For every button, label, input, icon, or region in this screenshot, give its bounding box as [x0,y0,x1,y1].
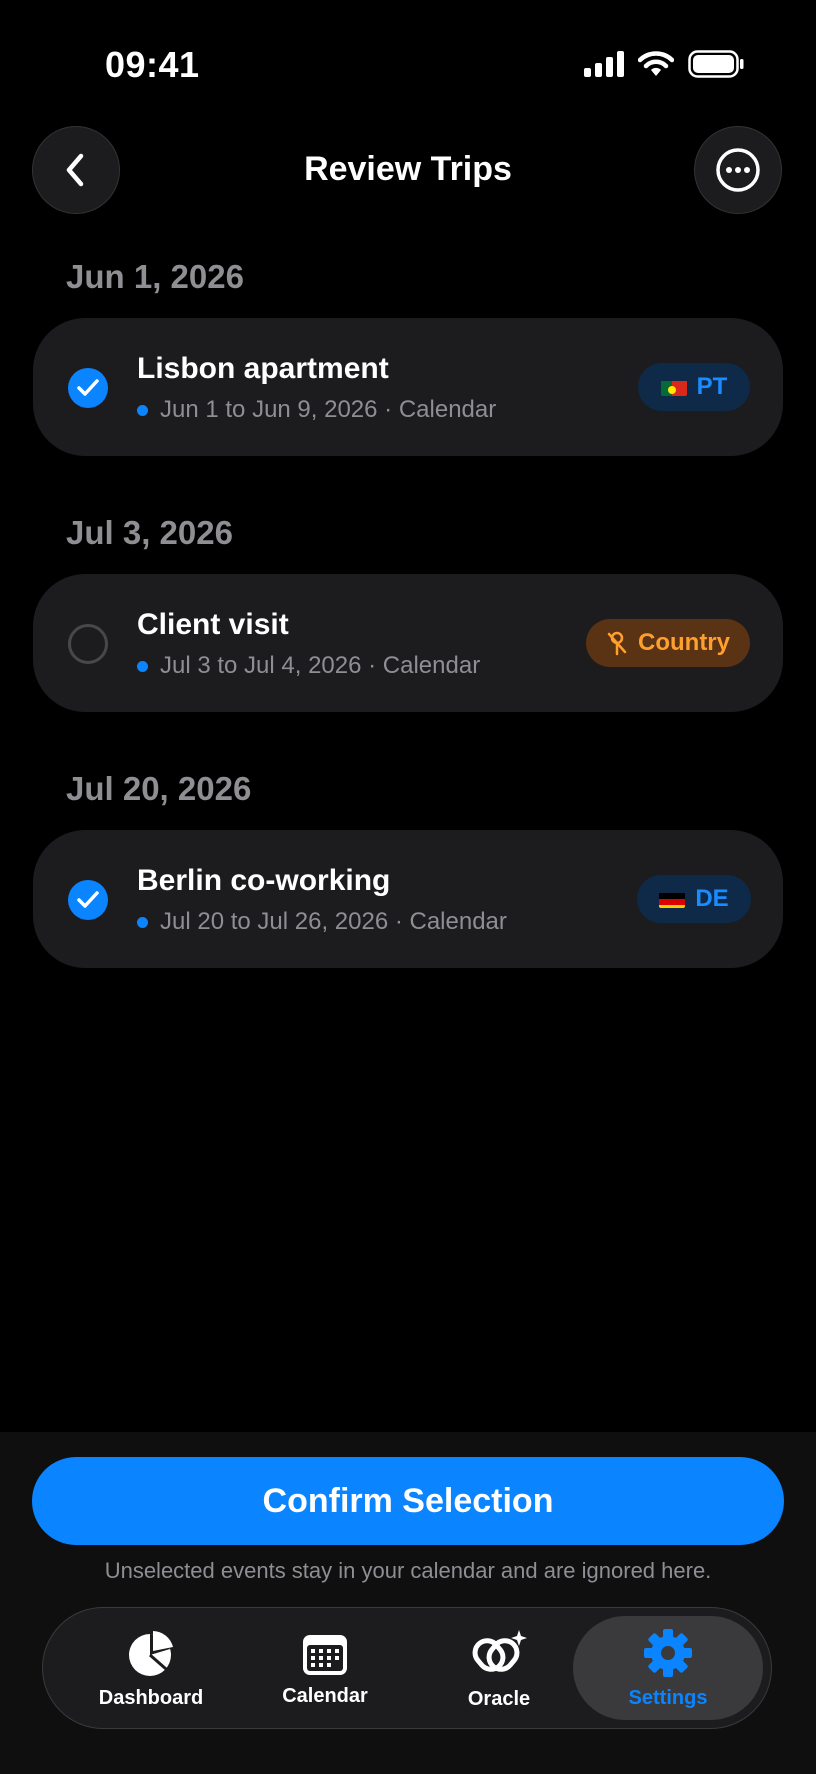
section-date: Jul 3, 2026 [66,514,233,551]
badge-label: Country [638,629,730,656]
oracle-link-icon [472,1629,527,1672]
trip-subtitle: Jun 1 to Jun 9, 2026 · Calendar [137,396,496,424]
battery-icon [688,50,744,78]
signal-icon [584,51,624,77]
trip-card-berlin[interactable]: Berlin co-working Jul 20 to Jul 26, 2026… [33,830,783,968]
status-bar: 09:41 [0,0,816,130]
country-badge[interactable]: PT [638,363,750,411]
germany-flag-icon [659,890,686,908]
trip-dates: Jun 1 to Jun 9, 2026 · Calendar [160,396,497,423]
checkbox-selected[interactable] [68,368,108,408]
tab-label: Dashboard [98,1686,204,1709]
selection-hint: Unselected events stay in your calendar … [104,1558,712,1583]
section-date: Jul 20, 2026 [66,770,252,807]
status-time: 09:41 [105,44,200,85]
pie-chart-icon [129,1630,173,1676]
wifi-icon [638,51,674,76]
section-date: Jun 1, 2026 [66,258,244,295]
tab-oracle[interactable]: Oracle [411,1608,587,1730]
portugal-flag-icon [660,378,687,396]
tab-calendar[interactable]: Calendar [237,1608,413,1730]
tab-label: Settings [628,1686,708,1709]
badge-label: DE [695,885,729,912]
tab-dashboard[interactable]: Dashboard [63,1608,239,1730]
status-icons [584,50,744,78]
trip-subtitle: Jul 3 to Jul 4, 2026 · Calendar [137,652,480,680]
country-badge[interactable]: DE [637,875,751,923]
checkbox-unselected[interactable] [68,624,108,664]
tab-settings[interactable]: Settings [573,1616,763,1720]
calendar-dot [137,660,148,672]
ellipsis-circle-icon [716,148,760,192]
trip-title: Lisbon apartment [137,352,389,385]
gear-icon [644,1628,692,1677]
calendar-icon [303,1634,347,1675]
country-badge[interactable]: Country [586,619,750,667]
tab-label: Calendar [282,1684,368,1707]
trip-subtitle: Jul 20 to Jul 26, 2026 · Calendar [137,908,507,936]
trip-dates: Jul 3 to Jul 4, 2026 · Calendar [160,652,481,679]
tab-label: Oracle [467,1687,531,1710]
trip-title: Client visit [137,608,289,641]
tab-bar: Dashboard Calendar Oracle Settings [42,1607,772,1729]
calendar-dot [137,404,148,416]
badge-label: PT [696,373,728,400]
trip-card-lisbon[interactable]: Lisbon apartment Jun 1 to Jun 9, 2026 · … [33,318,783,456]
checkbox-selected[interactable] [68,880,108,920]
pin-slash-icon [607,631,627,656]
trip-card-client-visit[interactable]: Client visit Jul 3 to Jul 4, 2026 · Cale… [33,574,783,712]
trip-dates: Jul 20 to Jul 26, 2026 · Calendar [160,908,507,935]
checkmark-icon [77,379,99,396]
confirm-selection-button[interactable]: Confirm Selection [32,1457,784,1545]
checkmark-icon [77,891,99,908]
calendar-dot [137,916,148,928]
trip-title: Berlin co-working [137,864,391,897]
more-options-button[interactable] [694,126,782,214]
